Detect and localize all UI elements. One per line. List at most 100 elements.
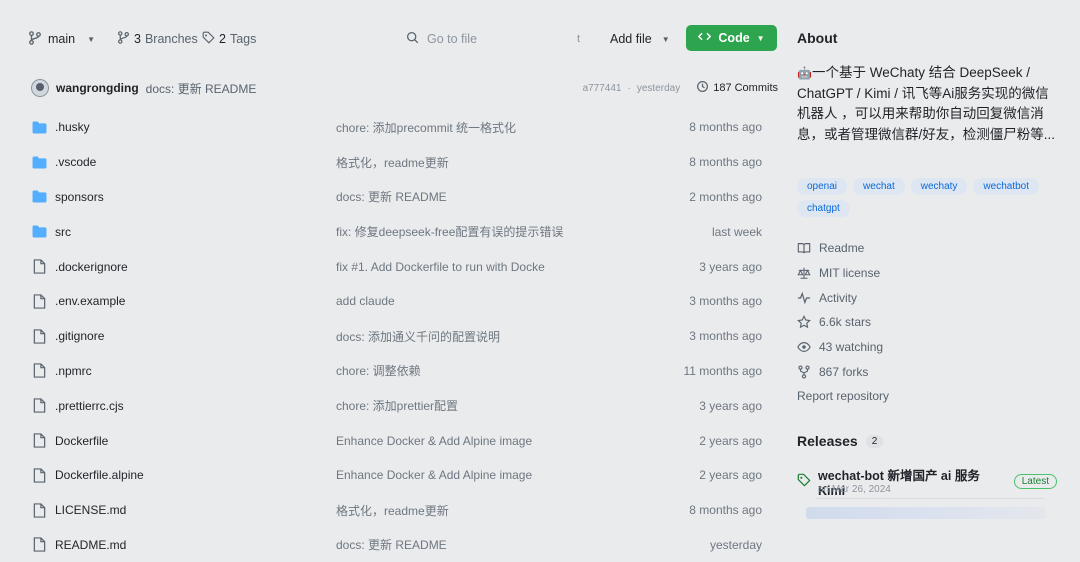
commits-link[interactable]: 187 Commits (696, 80, 778, 96)
file-row: .dockerignore fix #1. Add Dockerfile to r… (22, 249, 778, 284)
topic-tag[interactable]: wechatbot (973, 178, 1039, 195)
about-heading: About (797, 30, 838, 46)
file-name[interactable]: .npmrc (55, 364, 336, 378)
file-row: .env.example add claude 3 months ago (22, 284, 778, 319)
file-commit-message[interactable]: 格式化，readme更新 (336, 154, 652, 171)
report-label: Report repository (797, 389, 890, 404)
repo-meta-list: Readme MIT license Activity 6.6k stars 4… (797, 236, 1057, 409)
file-row: .husky chore: 添加precommit 统一格式化 8 months a… (22, 110, 778, 145)
file-name[interactable]: Dockerfile (55, 434, 336, 448)
file-name[interactable]: LICENSE.md (55, 503, 336, 517)
file-commit-message[interactable]: Enhance Docker & Add Alpine image (336, 434, 652, 448)
report-repository-link[interactable]: Report repository (797, 384, 1057, 409)
file-commit-date: 8 months ago (689, 503, 762, 518)
file-commit-date: 2 months ago (689, 189, 762, 204)
file-commit-date: yesterday (709, 537, 762, 552)
file-commit-message[interactable]: docs: 添加通义千问的配置说明 (336, 328, 652, 345)
robot-icon: 🤖 (797, 66, 812, 80)
topics-list: openai wechat wechaty wechatbot chatgpt (797, 178, 1067, 217)
watching-label: 43 watching (819, 340, 884, 355)
file-name[interactable]: .dockerignore (55, 260, 336, 274)
file-commit-date: 2 years ago (699, 468, 762, 483)
topic-tag[interactable]: chatgpt (797, 200, 850, 217)
file-commit-message[interactable]: add claude (336, 294, 652, 308)
go-to-file-input[interactable]: Go to file t (398, 26, 588, 52)
releases-title: Releases (797, 433, 858, 449)
commit-message[interactable]: docs: 更新 README (146, 80, 257, 97)
tags-count: 2 (219, 32, 226, 46)
release-date: on Mar 26, 2024 (818, 484, 891, 495)
branch-selector[interactable]: main ▼ (22, 26, 101, 52)
file-icon (31, 502, 47, 518)
branch-name: main (48, 32, 76, 46)
file-commit-message[interactable]: docs: 更新 README (336, 188, 652, 205)
search-shortcut: t (576, 33, 580, 45)
file-icon (31, 398, 47, 414)
file-name[interactable]: src (55, 225, 336, 239)
file-commit-message[interactable]: chore: 添加precommit 统一格式化 (336, 119, 652, 136)
folder-icon (31, 154, 47, 170)
latest-badge: Latest (1013, 474, 1057, 489)
file-name[interactable]: README.md (55, 538, 336, 552)
history-icon (696, 80, 709, 96)
file-name[interactable]: sponsors (55, 190, 336, 204)
file-row: sponsors docs: 更新 README 2 months ago (22, 180, 778, 215)
code-button[interactable]: Code ▼ (686, 25, 777, 51)
topic-tag[interactable]: openai (797, 178, 848, 195)
file-icon (31, 259, 47, 275)
file-commit-date: 3 years ago (699, 259, 762, 274)
file-row: .prettierrc.cjs chore: 添加prettier配置 3 year… (22, 388, 778, 423)
file-icon (31, 328, 47, 344)
license-link[interactable]: MIT license (797, 261, 1057, 286)
releases-heading[interactable]: Releases 2 (797, 433, 884, 449)
file-commit-date: 3 months ago (689, 329, 762, 344)
topic-tag[interactable]: wechat (853, 178, 905, 195)
file-name[interactable]: .env.example (55, 294, 336, 308)
file-commit-message[interactable]: fix: 修复deepseek-free配置有误的提示错误 (336, 223, 652, 240)
file-commit-message[interactable]: Enhance Docker & Add Alpine image (336, 468, 652, 482)
commit-author[interactable]: wangrongding (56, 81, 139, 95)
file-row: Dockerfile.alpine Enhance Docker & Add Al… (22, 458, 778, 493)
activity-link[interactable]: Activity (797, 285, 1057, 310)
folder-icon (31, 189, 47, 205)
file-icon (31, 467, 47, 483)
file-commit-message[interactable]: chore: 调整依赖 (336, 362, 652, 379)
caret-down-icon: ▼ (756, 33, 765, 43)
tags-link[interactable]: 2 Tags (202, 26, 256, 52)
file-name[interactable]: .vscode (55, 155, 336, 169)
eye-icon (797, 340, 811, 354)
file-icon (31, 433, 47, 449)
stars-label: 6.6k stars (819, 315, 872, 330)
file-commit-date: 3 years ago (699, 398, 762, 413)
file-commit-message[interactable]: 格式化，readme更新 (336, 502, 652, 519)
forks-link[interactable]: 867 forks (797, 359, 1057, 384)
repo-description-text: 一个基于 WeChaty 结合 DeepSeek / ChatGPT / Kim… (797, 65, 1056, 142)
commit-hash[interactable]: a777441 (583, 83, 622, 94)
tags-label: Tags (229, 32, 257, 46)
file-icon (31, 537, 47, 553)
avatar[interactable] (31, 79, 49, 97)
file-commit-message[interactable]: chore: 添加prettier配置 (336, 397, 652, 414)
branches-link[interactable]: 3 Branches (117, 26, 198, 52)
file-name[interactable]: .prettierrc.cjs (55, 399, 336, 413)
file-name[interactable]: .gitignore (55, 329, 336, 343)
watching-link[interactable]: 43 watching (797, 335, 1057, 360)
file-commit-message[interactable]: docs: 更新 README (336, 536, 652, 553)
file-name[interactable]: Dockerfile.alpine (55, 468, 336, 482)
file-commit-date: 8 months ago (689, 120, 762, 135)
git-branch-icon (28, 30, 42, 48)
topic-tag[interactable]: wechaty (910, 178, 968, 195)
add-file-button[interactable]: Add file ▼ (602, 26, 678, 52)
file-icon (31, 293, 47, 309)
file-commit-date: last week (711, 224, 762, 239)
readme-link[interactable]: Readme (797, 236, 1057, 261)
releases-count: 2 (865, 434, 884, 448)
release-divider (815, 498, 1045, 499)
file-name[interactable]: .husky (55, 120, 336, 134)
stars-link[interactable]: 6.6k stars (797, 310, 1057, 335)
commits-count-label: 187 Commits (713, 82, 778, 94)
search-placeholder: Go to file (427, 32, 478, 46)
file-commit-date: 8 months ago (689, 155, 762, 170)
file-commit-message[interactable]: fix #1. Add Dockerfile to run with Docke (336, 260, 652, 274)
license-label: MIT license (819, 266, 881, 281)
